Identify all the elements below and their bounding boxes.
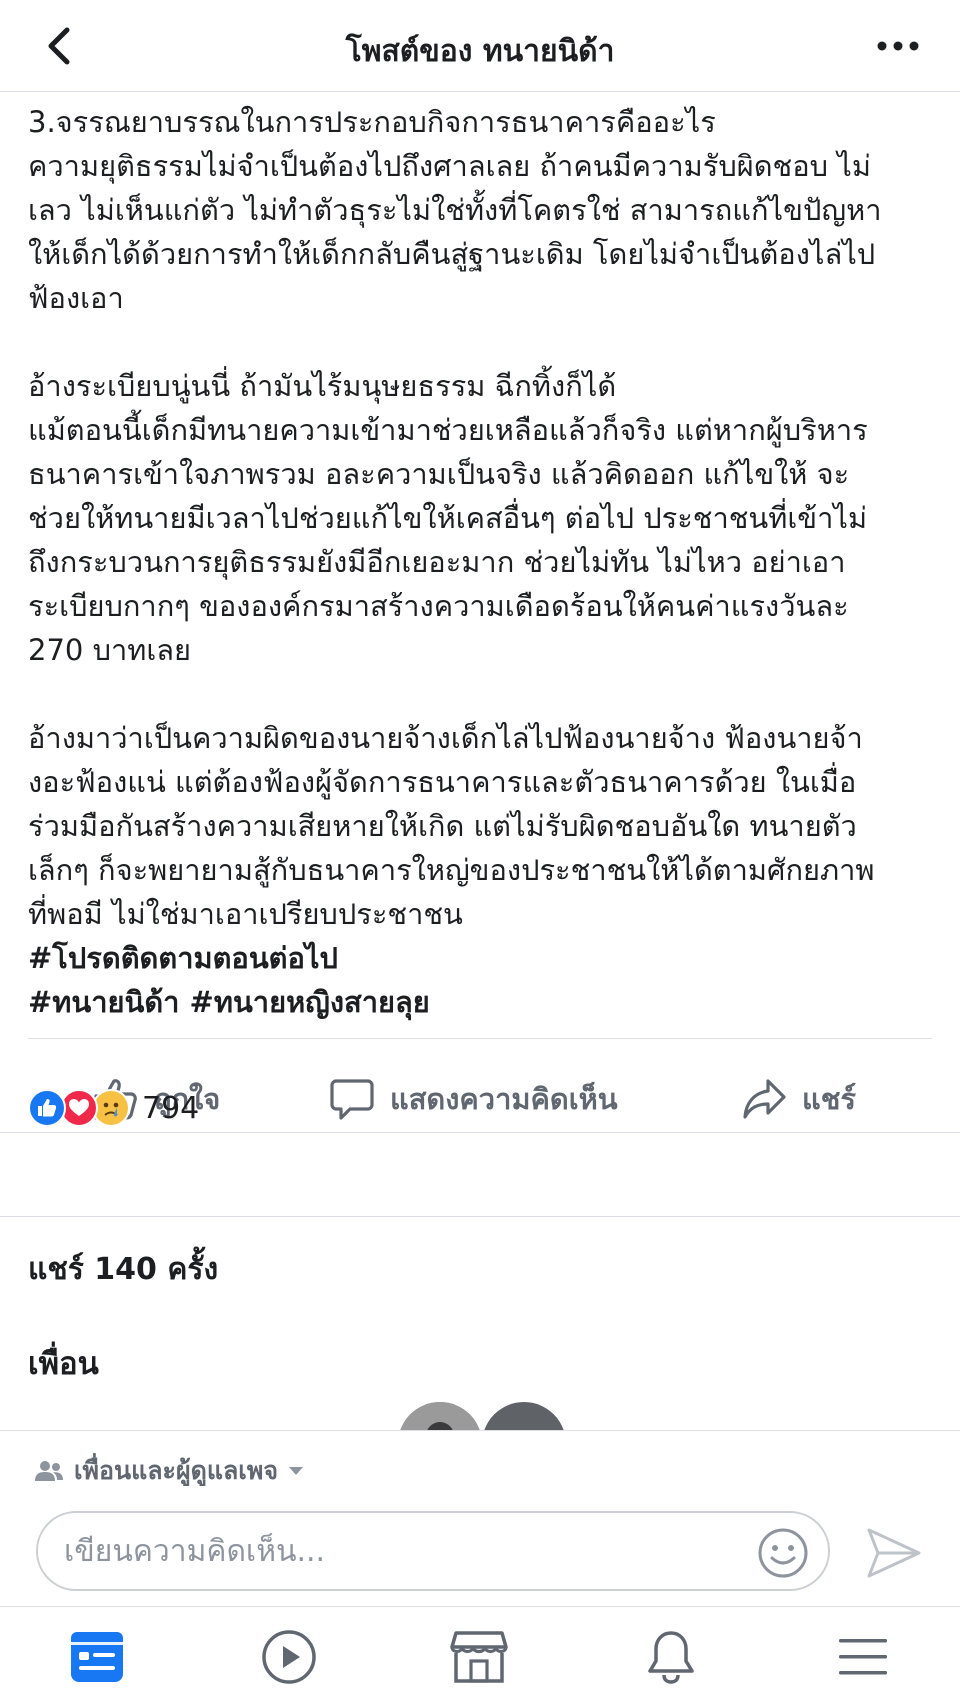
share-count[interactable]: แชร์ 140 ครั้ง	[28, 1246, 218, 1293]
post-paragraph: 3.จรรณยาบรรณในการประกอบกิจการธนาคารคืออะ…	[28, 105, 882, 315]
tab-watch[interactable]	[254, 1625, 324, 1689]
like-reaction-icon	[28, 1089, 66, 1127]
comment-composer: เพื่อนและผู้ดูแลเพจ	[0, 1430, 960, 1606]
comment-button[interactable]: แสดงความคิดเห็น	[330, 1038, 618, 1160]
post-content-area[interactable]: 3.จรรณยาบรรณในการประกอบกิจการธนาคารคืออะ…	[0, 92, 960, 1430]
comment-bubble-icon	[330, 1079, 374, 1120]
more-dots-icon	[877, 41, 919, 51]
post-paragraph: อ้างระเบียบนู่นนี่ ถ้ามันไร้มนุษยธรรม ฉี…	[28, 369, 868, 667]
marketplace-icon	[450, 1631, 508, 1683]
people-icon	[35, 1461, 63, 1481]
audience-selector[interactable]: เพื่อนและผู้ดูแลเพจ	[34, 1451, 304, 1491]
share-arrow-icon	[743, 1079, 786, 1119]
tab-menu[interactable]	[828, 1625, 898, 1689]
emoji-button[interactable]	[756, 1526, 810, 1580]
tab-news-feed[interactable]	[62, 1625, 132, 1689]
top-bar: โพสต์ของ ทนายนิด้า	[0, 0, 960, 92]
chevron-left-icon	[48, 27, 70, 65]
send-button[interactable]	[866, 1527, 922, 1579]
bottom-tab-bar	[0, 1606, 960, 1707]
news-feed-icon	[71, 1632, 123, 1682]
comment-input[interactable]	[64, 1531, 744, 1571]
friends-heading: เพื่อน	[28, 1346, 99, 1382]
tab-notifications[interactable]	[636, 1625, 706, 1689]
post-paragraph: อ้างมาว่าเป็นความผิดของนายจ้างเด็กไล่ไปฟ…	[28, 721, 875, 931]
hashtag-link[interactable]: #ทนายนิด้า #ทนายหญิงสายลุย	[28, 980, 938, 1024]
divider	[0, 1216, 960, 1217]
more-options-button[interactable]	[870, 22, 926, 70]
share-label: แชร์	[802, 1082, 856, 1116]
comment-box	[36, 1511, 830, 1591]
reaction-count: 794	[142, 1090, 200, 1126]
page-title: โพสต์ของ ทนายนิด้า	[345, 34, 615, 69]
hashtag-link[interactable]: #โปรดติดตามตอนต่อไป	[28, 936, 938, 980]
audience-label: เพื่อนและผู้ดูแลเพจ	[74, 1456, 278, 1485]
share-button[interactable]: แชร์	[742, 1038, 856, 1160]
friend-avatar[interactable]	[482, 1402, 566, 1430]
tab-marketplace[interactable]	[444, 1625, 514, 1689]
back-button[interactable]	[34, 22, 82, 70]
watch-icon	[262, 1630, 316, 1684]
post-body: 3.จรรณยาบรรณในการประกอบกิจการธนาคารคืออะ…	[28, 100, 938, 1024]
send-icon	[867, 1528, 921, 1578]
notifications-icon	[648, 1631, 694, 1684]
friend-avatar[interactable]	[398, 1402, 482, 1430]
menu-icon	[839, 1639, 887, 1675]
comment-label: แสดงความคิดเห็น	[390, 1082, 618, 1116]
caret-down-icon	[288, 1467, 303, 1475]
reactions-summary[interactable]: 794	[28, 1068, 199, 1148]
smiley-icon	[758, 1528, 808, 1578]
